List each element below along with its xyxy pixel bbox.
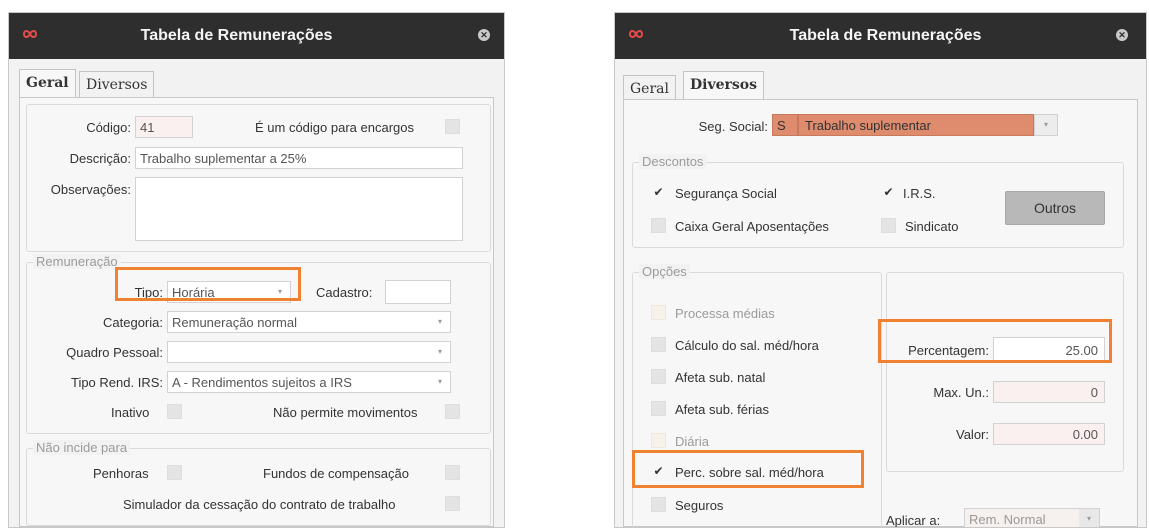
categoria-select[interactable]: Remuneração normal ▾	[167, 311, 451, 333]
title-bar: Tabela de Remunerações ✕	[9, 13, 504, 59]
nao-incide-group: Não incide para Penhoras Fundos de compe…	[26, 440, 491, 526]
window-title: Tabela de Remunerações	[140, 27, 333, 44]
descontos-group: Descontos ✔ Segurança Social ✔ I.R.S. Ca…	[632, 154, 1124, 248]
geral-window: Tabela de Remunerações ✕ Geral Diversos …	[8, 12, 505, 528]
window-title: Tabela de Remunerações	[789, 27, 982, 44]
chevron-down-icon: ▾	[437, 317, 442, 326]
irs-label: I.R.S.	[903, 186, 936, 201]
afeta-ferias-label: Afeta sub. férias	[675, 402, 769, 417]
descricao-field[interactable]: Trabalho suplementar a 25%	[135, 147, 463, 169]
tab-geral[interactable]: Geral	[623, 75, 676, 101]
seguranca-checkbox[interactable]: ✔	[651, 185, 666, 200]
afeta-ferias-checkbox[interactable]	[651, 401, 666, 416]
calculo-label: Cálculo do sal. méd/hora	[675, 338, 819, 353]
seg-social-code-value: S	[777, 118, 786, 133]
max-un-label: Max. Un.:	[933, 385, 989, 400]
inativo-label: Inativo	[111, 405, 150, 420]
aplicar-select[interactable]: Rem. Normal ▾	[964, 508, 1100, 527]
valor-field[interactable]: 0.00	[993, 423, 1105, 445]
cadastro-label: Cadastro:	[316, 285, 373, 300]
afeta-natal-label: Afeta sub. natal	[675, 370, 766, 385]
sindicato-label: Sindicato	[905, 219, 959, 234]
perc-sobre-highlight	[632, 450, 864, 488]
max-un-field[interactable]: 0	[993, 381, 1105, 403]
calculo-checkbox[interactable]	[651, 337, 666, 352]
tab-diversos[interactable]: Diversos	[79, 71, 155, 97]
fundos-label: Fundos de compensação	[263, 466, 409, 481]
irs-checkbox[interactable]: ✔	[881, 185, 896, 200]
nao-incide-group-title: Não incide para	[33, 440, 131, 455]
outros-button[interactable]: Outros	[1005, 191, 1105, 225]
fundos-checkbox[interactable]	[445, 465, 460, 480]
encargos-checkbox[interactable]	[445, 119, 460, 134]
diaria-label: Diária	[675, 434, 709, 449]
codigo-label: Código:	[86, 120, 131, 135]
percentagem-highlight	[878, 319, 1112, 363]
tipo-rend-value: A - Rendimentos sujeitos a IRS	[172, 375, 352, 390]
afeta-natal-checkbox[interactable]	[651, 369, 666, 384]
infinity-logo-icon	[628, 30, 644, 38]
opcoes-group: Opções Processa médias Cálculo do sal. m…	[632, 264, 882, 527]
nao-permite-checkbox[interactable]	[445, 404, 460, 419]
general-info-group: Código: 41 É um código para encargos Des…	[26, 104, 491, 252]
penhoras-checkbox[interactable]	[167, 465, 182, 480]
sindicato-checkbox[interactable]	[881, 218, 896, 233]
seguranca-label: Segurança Social	[675, 186, 777, 201]
close-icon[interactable]: ✕	[1116, 29, 1128, 41]
categoria-label: Categoria:	[103, 315, 163, 330]
seg-social-dropdown[interactable]: ▾	[1034, 114, 1058, 136]
diaria-checkbox	[651, 433, 666, 448]
seg-social-label: Seg. Social:	[698, 119, 768, 134]
seg-social-select[interactable]: Trabalho suplementar	[798, 114, 1034, 136]
simulador-checkbox[interactable]	[445, 496, 460, 511]
simulador-label: Simulador da cessação do contrato de tra…	[123, 497, 396, 512]
seg-social-code[interactable]: S	[772, 114, 798, 136]
quadro-select[interactable]: ▾	[167, 341, 451, 363]
quadro-label: Quadro Pessoal:	[66, 345, 163, 360]
codigo-field[interactable]: 41	[135, 116, 193, 138]
observacoes-field[interactable]	[135, 177, 463, 241]
tab-diversos[interactable]: Diversos	[683, 71, 764, 99]
inativo-checkbox[interactable]	[167, 404, 182, 419]
observacoes-label: Observações:	[50, 182, 131, 197]
cadastro-field[interactable]	[385, 280, 451, 304]
tipo-rend-label: Tipo Rend. IRS:	[70, 375, 163, 390]
caixa-checkbox[interactable]	[651, 218, 666, 233]
valor-label: Valor:	[956, 427, 989, 442]
infinity-logo-icon	[22, 30, 38, 38]
seguros-label: Seguros	[675, 498, 724, 513]
chevron-down-icon: ▾	[1043, 120, 1048, 129]
close-icon[interactable]: ✕	[478, 29, 490, 41]
tipo-rend-select[interactable]: A - Rendimentos sujeitos a IRS ▾	[167, 371, 451, 393]
nao-permite-label: Não permite movimentos	[273, 405, 418, 420]
descricao-label: Descrição:	[69, 151, 131, 166]
encargos-label: É um código para encargos	[255, 120, 414, 135]
chevron-down-icon: ▾	[1079, 509, 1099, 527]
penhoras-label: Penhoras	[93, 466, 149, 481]
chevron-down-icon: ▾	[437, 347, 442, 356]
opcoes-group-title: Opções	[639, 264, 690, 279]
descontos-group-title: Descontos	[639, 154, 707, 169]
tab-geral[interactable]: Geral	[19, 69, 76, 97]
processa-medias-label: Processa médias	[675, 306, 775, 321]
remuneracao-group-title: Remuneração	[33, 254, 121, 269]
seg-social-value: Trabalho suplementar	[805, 118, 931, 133]
aplicar-value: Rem. Normal	[969, 512, 1046, 527]
tab-panel-geral: Código: 41 É um código para encargos Des…	[19, 97, 494, 527]
title-bar: Tabela de Remunerações ✕	[615, 13, 1146, 59]
chevron-down-icon: ▾	[437, 377, 442, 386]
checkmark-icon: ✔	[883, 185, 894, 199]
diversos-window: Tabela de Remunerações ✕ Geral Diversos …	[614, 12, 1147, 528]
tipo-highlight	[115, 267, 301, 301]
processa-medias-checkbox	[651, 305, 666, 320]
checkmark-icon: ✔	[653, 185, 664, 199]
seguros-checkbox[interactable]	[651, 497, 666, 512]
caixa-label: Caixa Geral Aposentações	[675, 219, 829, 234]
categoria-value: Remuneração normal	[172, 315, 298, 330]
aplicar-label: Aplicar a:	[886, 513, 941, 528]
parametros-group: Percentagem: 25.00 Max. Un.: 0 Valor: 0.…	[886, 272, 1124, 472]
